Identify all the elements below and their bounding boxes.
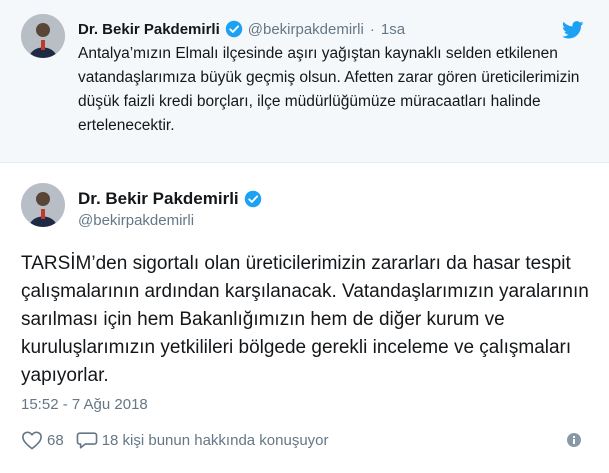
- main-tweet-text: TARSİM’den sigortalı olan üreticilerimiz…: [21, 253, 589, 386]
- like-count: 68: [47, 431, 64, 449]
- avatar[interactable]: [21, 183, 65, 227]
- author-handle[interactable]: @bekirpakdemirli: [248, 21, 364, 38]
- parent-tweet-header: Dr. Bekir Pakdemirli @bekirpakdemirli · …: [78, 18, 405, 40]
- twitter-bird-icon[interactable]: [562, 21, 584, 39]
- author-name[interactable]: Dr. Bekir Pakdemirli: [78, 189, 239, 209]
- author-handle[interactable]: @bekirpakdemirli: [78, 212, 194, 229]
- avatar-photo: [21, 14, 65, 58]
- replies-text: 18 kişi bunun hakkında konuşuyor: [101, 431, 329, 449]
- main-tweet-author: Dr. Bekir Pakdemirli: [78, 188, 262, 210]
- verified-badge-icon: [244, 190, 261, 208]
- tweet-timestamp[interactable]: 15:52 - 7 Ağu 2018: [21, 396, 148, 413]
- author-name[interactable]: Dr. Bekir Pakdemirli: [78, 21, 220, 38]
- parent-tweet[interactable]: Dr. Bekir Pakdemirli @bekirpakdemirli · …: [0, 0, 609, 163]
- separator-dot: ·: [369, 20, 375, 38]
- reply-button[interactable]: 18 kişi bunun hakkında konuşuyor: [76, 430, 329, 450]
- verified-badge-icon: [225, 20, 242, 38]
- like-button[interactable]: 68: [21, 430, 64, 450]
- avatar[interactable]: [21, 14, 65, 58]
- tweet-time[interactable]: 1sa: [381, 21, 405, 38]
- parent-tweet-text: Antalya’mızın Elmalı ilçesinde aşırı yağ…: [78, 45, 580, 134]
- heart-icon: [22, 431, 42, 450]
- tweet-actions: 68 18 kişi bunun hakkında konuşuyor: [21, 428, 329, 452]
- speech-bubble-icon: [76, 432, 98, 449]
- avatar-photo: [21, 183, 65, 227]
- info-icon[interactable]: [566, 432, 582, 448]
